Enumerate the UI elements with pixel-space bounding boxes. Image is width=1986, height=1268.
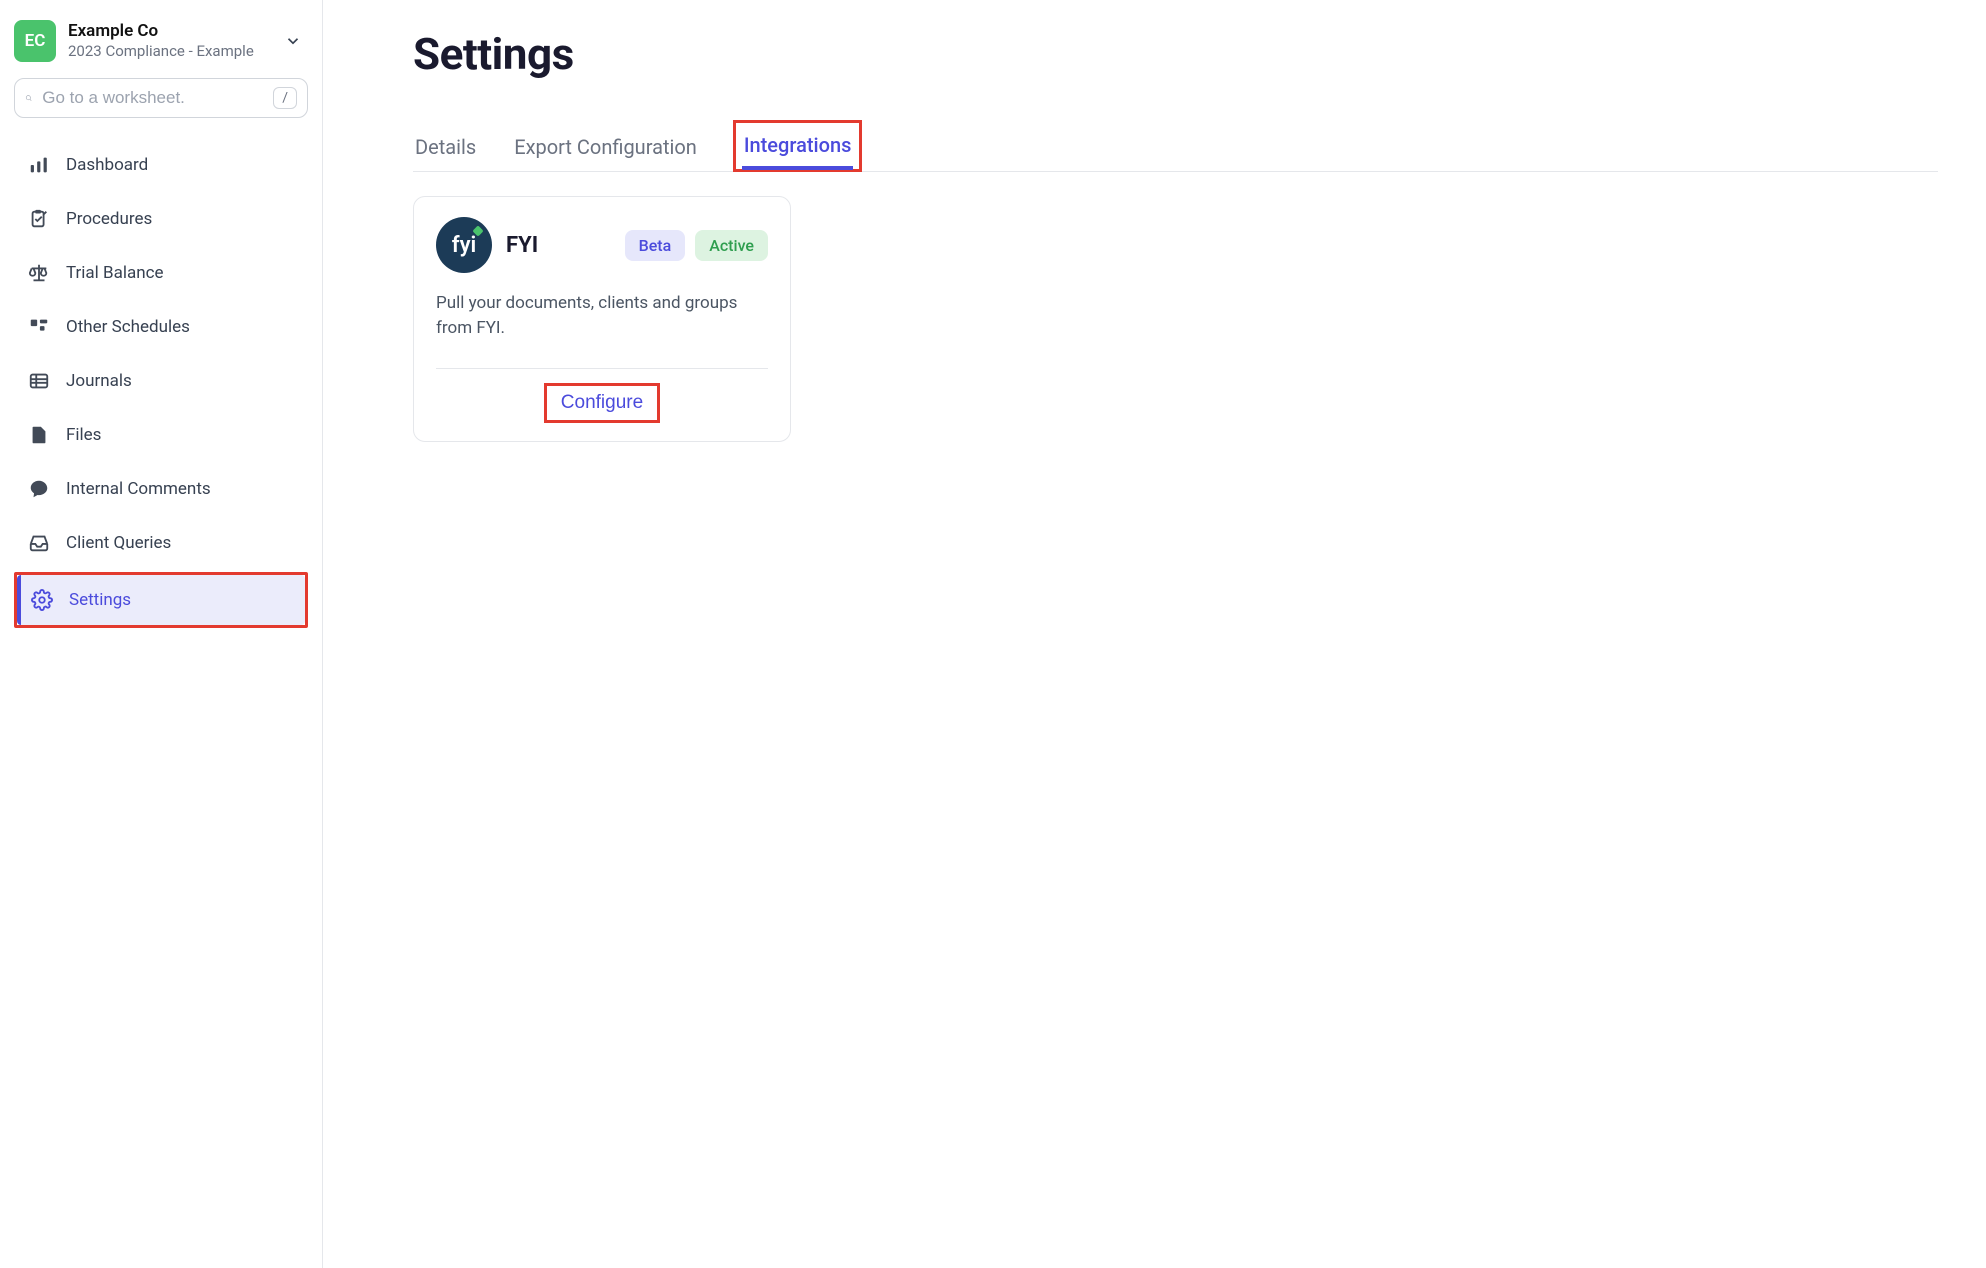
search-shortcut-badge: / [273, 87, 297, 109]
tab-integrations-highlight: Integrations [733, 120, 863, 172]
sidebar-item-settings[interactable]: Settings [17, 575, 305, 625]
integration-title: FYI [506, 233, 538, 258]
sidebar-item-label: Settings [69, 590, 131, 610]
sidebar: EC Example Co 2023 Compliance - Example … [0, 0, 323, 1268]
workspace-name: Example Co [68, 21, 272, 42]
page-title: Settings [413, 28, 1938, 80]
configure-button[interactable]: Configure [551, 388, 653, 418]
sidebar-search[interactable]: / [14, 78, 308, 118]
workspace-switcher[interactable]: EC Example Co 2023 Compliance - Example [14, 14, 308, 68]
sidebar-item-other-schedules[interactable]: Other Schedules [14, 302, 308, 352]
sidebar-item-label: Journals [66, 371, 132, 391]
sidebar-item-label: Other Schedules [66, 317, 190, 337]
search-input[interactable] [42, 88, 263, 108]
sidebar-item-client-queries[interactable]: Client Queries [14, 518, 308, 568]
integration-description: Pull your documents, clients and groups … [436, 291, 768, 340]
tab-export-configuration[interactable]: Export Configuration [512, 125, 699, 171]
sidebar-item-label: Client Queries [66, 533, 171, 553]
sidebar-item-dashboard[interactable]: Dashboard [14, 140, 308, 190]
clipboard-check-icon [28, 208, 50, 230]
sidebar-item-label: Files [66, 425, 101, 445]
settings-tabs: Details Export Configuration Integration… [413, 120, 1938, 172]
configure-highlight: Configure [544, 383, 660, 423]
sidebar-item-label: Dashboard [66, 155, 148, 175]
integrations-grid: fyi FYI Beta Active Pull your documents,… [413, 196, 1938, 442]
workspace-avatar: EC [14, 20, 56, 62]
inbox-icon [28, 532, 50, 554]
balance-scale-icon [28, 262, 50, 284]
sidebar-item-internal-comments[interactable]: Internal Comments [14, 464, 308, 514]
tab-details[interactable]: Details [413, 125, 478, 171]
bar-chart-icon [28, 154, 50, 176]
sidebar-item-trial-balance[interactable]: Trial Balance [14, 248, 308, 298]
integration-card-fyi: fyi FYI Beta Active Pull your documents,… [413, 196, 791, 442]
main-content: Settings Details Export Configuration In… [323, 0, 1986, 1268]
workspace-subtitle: 2023 Compliance - Example [68, 42, 272, 61]
sidebar-settings-highlight: Settings [14, 572, 308, 628]
gear-icon [31, 589, 53, 611]
sidebar-nav: Dashboard Procedures Trial Balance Other… [14, 140, 308, 628]
sidebar-item-journals[interactable]: Journals [14, 356, 308, 406]
sidebar-item-label: Trial Balance [66, 263, 164, 283]
sidebar-item-label: Internal Comments [66, 479, 211, 499]
badge-beta: Beta [625, 230, 686, 261]
table-rows-icon [28, 370, 50, 392]
search-icon [25, 87, 32, 109]
sidebar-item-procedures[interactable]: Procedures [14, 194, 308, 244]
fyi-logo: fyi [436, 217, 492, 273]
file-icon [28, 424, 50, 446]
sidebar-item-label: Procedures [66, 209, 152, 229]
tab-integrations[interactable]: Integrations [742, 123, 854, 170]
chat-bubble-icon [28, 478, 50, 500]
badge-active: Active [695, 230, 768, 261]
chevron-down-icon [284, 32, 302, 50]
layout-blocks-icon [28, 316, 50, 338]
sidebar-item-files[interactable]: Files [14, 410, 308, 460]
